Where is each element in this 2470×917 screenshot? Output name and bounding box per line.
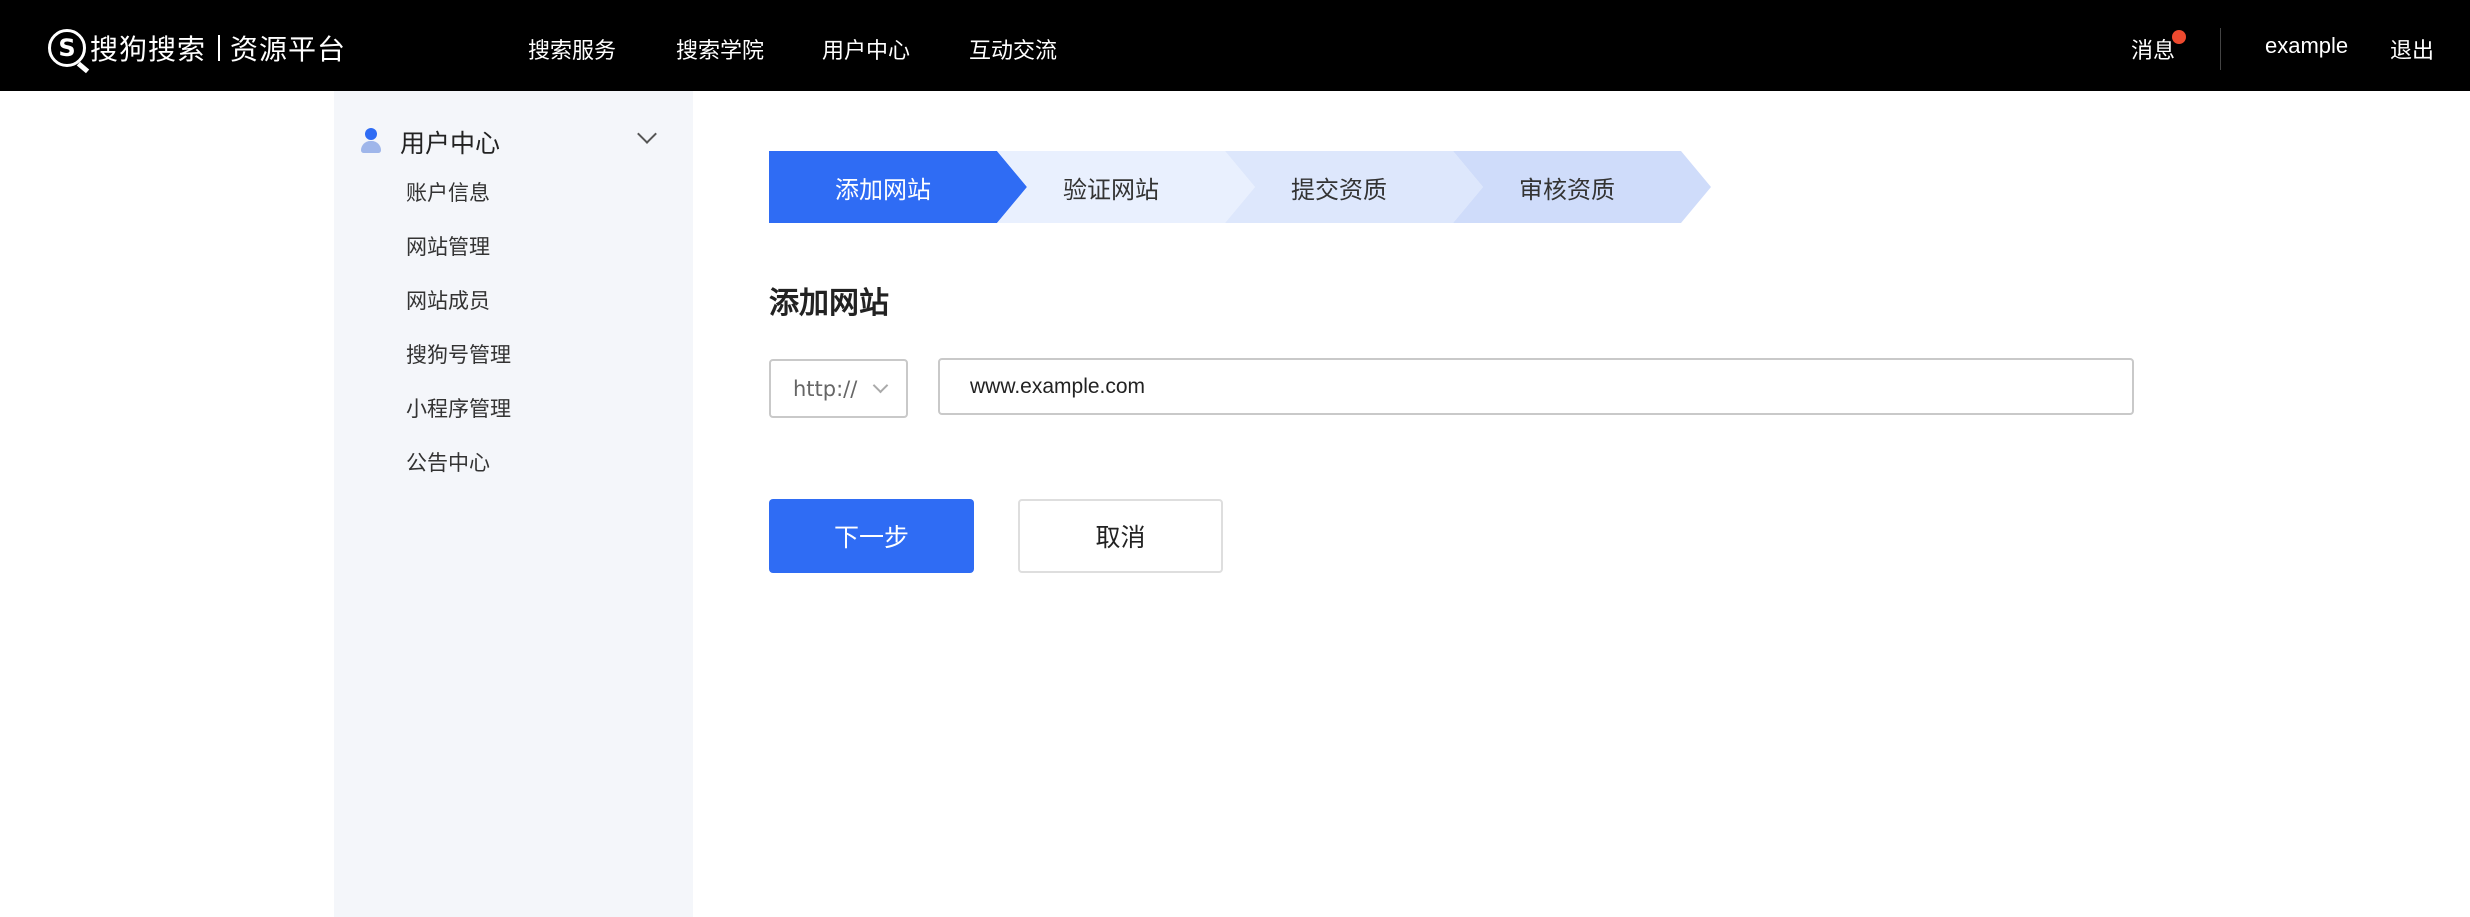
step-label: 验证网站 (1063, 176, 1159, 204)
logo-subtitle: 资源平台 (230, 33, 347, 66)
username-link[interactable]: example (2265, 33, 2348, 59)
site-url-input[interactable] (938, 358, 2134, 415)
sidebar-item-announcements[interactable]: 公告中心 (406, 447, 490, 477)
nav-user-center[interactable]: 用户中心 (822, 33, 910, 65)
page-title: 添加网站 (769, 286, 889, 321)
sidebar-section-user-center[interactable]: 用户中心 (334, 121, 693, 161)
top-navigation-bar: 搜狗搜索 资源平台 搜索服务 搜索学院 用户中心 互动交流 消息 example… (0, 0, 2470, 91)
nav-search-academy[interactable]: 搜索学院 (676, 33, 764, 65)
protocol-value: http:// (793, 377, 858, 401)
chevron-down-icon[interactable] (637, 124, 657, 144)
protocol-select[interactable]: http:// (769, 359, 908, 418)
chevron-down-icon (872, 377, 889, 394)
sidebar-section-title: 用户中心 (400, 129, 501, 158)
sogou-logo-icon (48, 29, 86, 67)
sidebar-item-site-management[interactable]: 网站管理 (406, 231, 490, 261)
notification-dot (2172, 30, 2186, 44)
sidebar-item-mini-program[interactable]: 小程序管理 (406, 393, 511, 423)
sogou-logo[interactable]: 搜狗搜索 资源平台 (48, 26, 346, 70)
logout-link[interactable]: 退出 (2390, 33, 2434, 65)
logo-text: 搜狗搜索 (90, 33, 207, 66)
steps-indicator: 添加网站 验证网站 提交资质 审核资质 (769, 151, 1714, 223)
sidebar-item-sogou-account[interactable]: 搜狗号管理 (406, 339, 511, 369)
user-icon (361, 128, 381, 154)
logo-separator (218, 35, 221, 61)
nav-interaction[interactable]: 互动交流 (969, 33, 1057, 65)
next-step-button[interactable]: 下一步 (769, 499, 974, 573)
sidebar-item-account-info[interactable]: 账户信息 (406, 177, 490, 207)
messages-link[interactable]: 消息 (2131, 33, 2175, 65)
step-label: 添加网站 (835, 176, 931, 204)
step-label: 提交资质 (1291, 176, 1387, 204)
nav-search-services[interactable]: 搜索服务 (528, 33, 616, 65)
sidebar-item-site-members[interactable]: 网站成员 (406, 285, 490, 315)
cancel-button[interactable]: 取消 (1018, 499, 1223, 573)
step-label: 审核资质 (1519, 176, 1615, 204)
sidebar: 用户中心 账户信息 网站管理 网站成员 搜狗号管理 小程序管理 公告中心 (334, 91, 693, 917)
header-divider (2220, 28, 2221, 70)
